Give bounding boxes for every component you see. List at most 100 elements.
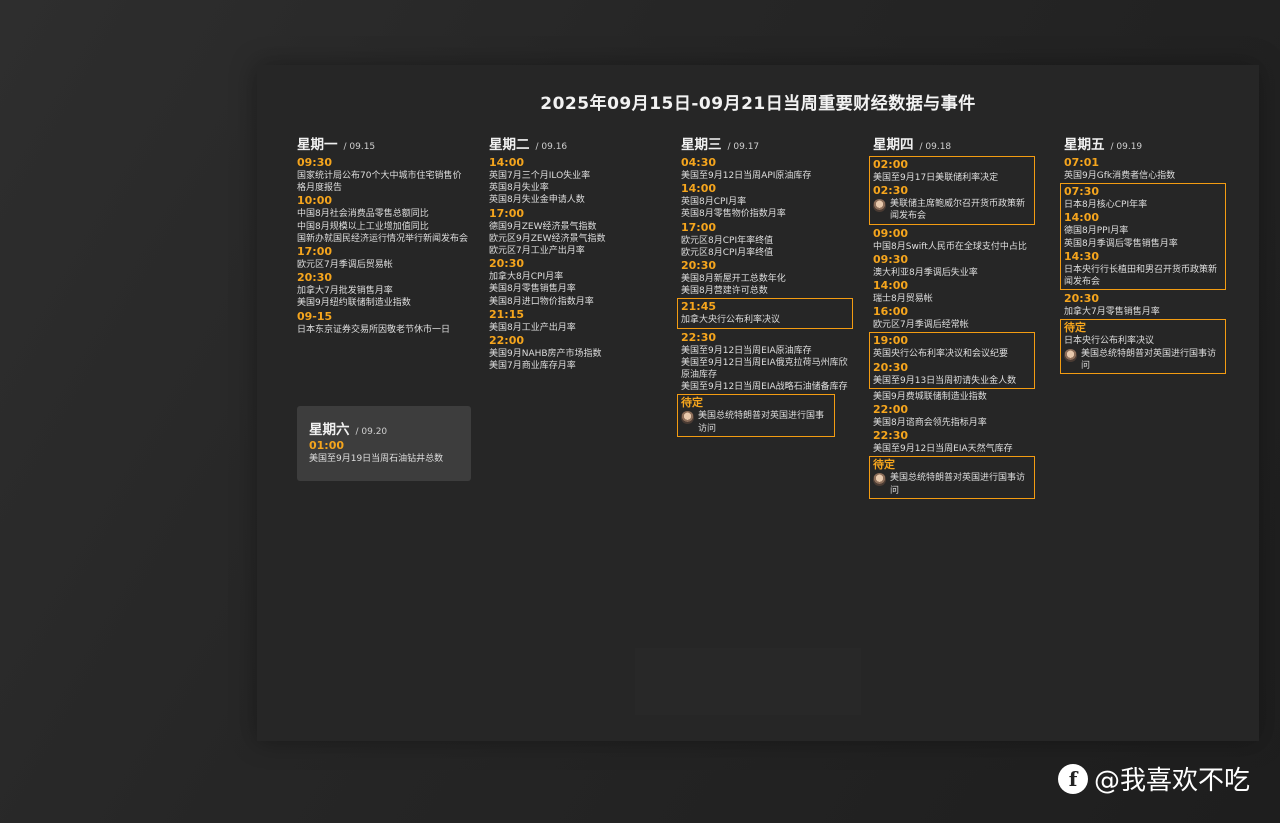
event-desc: 日本8月核心CPI年率 — [1064, 200, 1148, 211]
event-desc: 欧元区7月季调后经常帐 — [873, 320, 969, 331]
event: 09:30 澳大利亚8月季调后失业率 — [873, 253, 1045, 279]
event-desc: 美国至9月12日当周EIA原油库存 — [681, 345, 812, 356]
column-monday: 星期一 / 09.15 09:30 国家统计局公布70个大中城市住宅销售价格月度报… — [297, 133, 469, 336]
event-time: 14:00 — [681, 182, 717, 196]
event-desc: 美国7月商业库存月率 — [489, 361, 576, 372]
event-desc: 中国8月Swift人民币在全球支付中占比 — [873, 241, 1027, 252]
event: 20:30 美国8月新屋开工总数年化 美国8月营建许可总数 — [681, 259, 853, 297]
event-desc: 美国至9月12日当周EIA天然气库存 — [873, 444, 1013, 455]
event-time: 09:30 — [873, 252, 909, 266]
person-avatar-icon — [873, 199, 886, 213]
event-time: 16:00 — [873, 305, 909, 319]
event-row: 美国总统特朗普对英国进行国事访问 — [681, 410, 831, 434]
event-desc: 美国9月纽约联储制造业指数 — [297, 298, 411, 309]
event-time: 待定 — [873, 458, 895, 472]
event-time: 10:00 — [297, 194, 333, 208]
column-tuesday: 星期二 / 09.16 14:00 英国7月三个月ILO失业率 英国8月失业率 英… — [489, 133, 661, 372]
event-time: 待定 — [1064, 321, 1086, 335]
event-time: 17:00 — [489, 206, 525, 220]
column-wednesday: 星期三 / 09.17 04:30 美国至9月12日当周API原油库存 14:00… — [677, 133, 853, 439]
event: 01:00 美国至9月19日当周石油钻井总数 — [309, 439, 459, 465]
event: 17:00 欧元区7月季调后贸易帐 — [297, 245, 469, 271]
event: 20:30 加拿大8月CPI月率 美国8月零售销售月率 美国8月进口物价指数月率 — [489, 257, 661, 308]
event-desc: 美国至9月17日美联储利率决定 — [873, 173, 999, 183]
day-date: / 09.20 — [355, 427, 388, 437]
event-desc: 加拿大8月CPI月率 — [489, 272, 564, 283]
day-name: 星期三 — [681, 137, 722, 153]
event-time: 20:30 — [297, 271, 333, 285]
event-desc: 美国8月零售销售月率 — [489, 284, 576, 295]
person-avatar-icon — [681, 411, 694, 425]
event-time: 14:30 — [1064, 249, 1100, 263]
event-time: 20:30 — [873, 360, 909, 374]
event-time: 22:00 — [489, 334, 525, 348]
event-desc: 美国至9月13日当周初请失业金人数 — [873, 375, 1017, 386]
day-header: 星期四 / 09.18 — [873, 133, 1045, 155]
day-name: 星期二 — [489, 137, 530, 153]
event: 14:00 英国8月CPI月率 英国8月零售物价指数月率 — [681, 182, 853, 220]
event: 07:01 英国9月Gfk消费者信心指数 — [1064, 156, 1236, 182]
person-avatar-icon — [873, 473, 886, 487]
event-time: 09:30 — [297, 156, 333, 169]
event-desc: 澳大利亚8月季调后失业率 — [873, 267, 978, 278]
event-desc: 美国总统特朗普对英国进行国事访问 — [698, 411, 825, 434]
event-desc: 德国8月PPI月率 — [1064, 226, 1129, 237]
event-desc: 欧元区9月ZEW经济景气指数 — [489, 233, 606, 244]
highlighted-event-group: 02:00 美国至9月17日美联储利率决定 02:30 美联储主席鲍威尔召开货币… — [869, 156, 1035, 225]
day-date: / 09.17 — [727, 142, 760, 152]
event-desc: 美国总统特朗普对英国进行国事访问 — [890, 473, 1026, 496]
event-time: 14:00 — [873, 279, 909, 293]
event-desc: 欧元区7月季调后贸易帐 — [297, 260, 393, 271]
event-desc: 欧元区8月CPI年率终值 — [681, 235, 774, 246]
event-time: 22:30 — [681, 330, 717, 344]
event-time: 17:00 — [297, 245, 333, 259]
event-desc: 日本东京证券交易所因敬老节休市一日 — [297, 324, 451, 335]
event: 22:30 美国至9月12日当周EIA天然气库存 — [873, 429, 1045, 455]
highlighted-event: 待定 美国总统特朗普对英国进行国事访问 — [869, 456, 1035, 499]
event-desc: 加拿大央行公布利率决议 — [681, 315, 781, 326]
event: 16:00 欧元区7月季调后经常帐 — [873, 305, 1045, 331]
event-desc: 美国8月进口物价指数月率 — [489, 296, 594, 307]
event-desc: 欧元区7月工业产出月率 — [489, 246, 585, 257]
day-name: 星期六 — [309, 422, 350, 438]
event-row: 美联储主席鲍威尔召开货币政策新闻发布会 — [873, 198, 1031, 222]
event-desc: 美国至9月12日当周EIA战略石油储备库存 — [681, 382, 848, 393]
saturday-card: 星期六 / 09.20 01:00 美国至9月19日当周石油钻井总数 — [297, 406, 471, 481]
event-desc: 日本央行行长植田和男召开货币政策新闻发布会 — [1064, 264, 1218, 288]
day-header: 星期一 / 09.15 — [297, 133, 469, 155]
event: 09-15 日本东京证券交易所因敬老节休市一日 — [297, 310, 469, 336]
event-time: 20:30 — [1064, 292, 1100, 306]
column-friday: 星期五 / 09.19 07:01 英国9月Gfk消费者信心指数 07:30 日本… — [1060, 133, 1236, 376]
event-time: 02:30 — [873, 184, 909, 198]
day-date: / 09.19 — [1110, 142, 1143, 152]
event-desc: 美联储主席鲍威尔召开货币政策新闻发布会 — [890, 199, 1026, 222]
day-header: 星期六 / 09.20 — [309, 418, 459, 438]
event: 10:00 中国8月社会消费品零售总额同比 中国8月规模以上工业增加值同比 国新… — [297, 194, 469, 245]
event-desc: 加拿大7月零售销售月率 — [1064, 307, 1160, 318]
event: 美国9月费城联储制造业指数 — [873, 391, 1045, 403]
event: 14:00 英国7月三个月ILO失业率 英国8月失业率 英国8月失业金申请人数 — [489, 156, 661, 207]
event-time: 09-15 — [297, 309, 333, 323]
faded-area — [635, 648, 861, 715]
event-time: 22:30 — [873, 429, 909, 443]
event-desc: 美国9月NAHB房产市场指数 — [489, 349, 602, 360]
event-time: 07:01 — [1064, 156, 1100, 169]
event: 04:30 美国至9月12日当周API原油库存 — [681, 156, 853, 182]
watermark-text: @我喜欢不吃 — [1094, 766, 1251, 796]
event-desc: 德国9月ZEW经济景气指数 — [489, 221, 597, 232]
day-name: 星期五 — [1064, 137, 1105, 153]
day-header: 星期二 / 09.16 — [489, 133, 661, 155]
event: 20:30 加拿大7月零售销售月率 — [1064, 292, 1236, 318]
event: 22:00 美国9月NAHB房产市场指数 美国7月商业库存月率 — [489, 334, 661, 372]
event-desc: 英国9月Gfk消费者信心指数 — [1064, 171, 1176, 181]
highlighted-event-group: 19:00 英国央行公布利率决议和会议纪要 20:30 美国至9月13日当周初请… — [869, 332, 1035, 389]
event: 09:30 国家统计局公布70个大中城市住宅销售价格月度报告 — [297, 156, 469, 194]
event: 22:00 美国8月谘商会领先指标月率 — [873, 403, 1045, 429]
event-desc: 美国8月工业产出月率 — [489, 322, 576, 333]
day-name: 星期一 — [297, 137, 338, 153]
event-time: 22:00 — [873, 403, 909, 417]
highlighted-event-group: 07:30 日本8月核心CPI年率 14:00 德国8月PPI月率 英国8月季调… — [1060, 183, 1226, 291]
event-time: 待定 — [681, 396, 703, 410]
page-title: 2025年09月15日-09月21日当周重要财经数据与事件 — [540, 94, 976, 114]
event-desc: 美国8月谘商会领先指标月率 — [873, 418, 987, 429]
